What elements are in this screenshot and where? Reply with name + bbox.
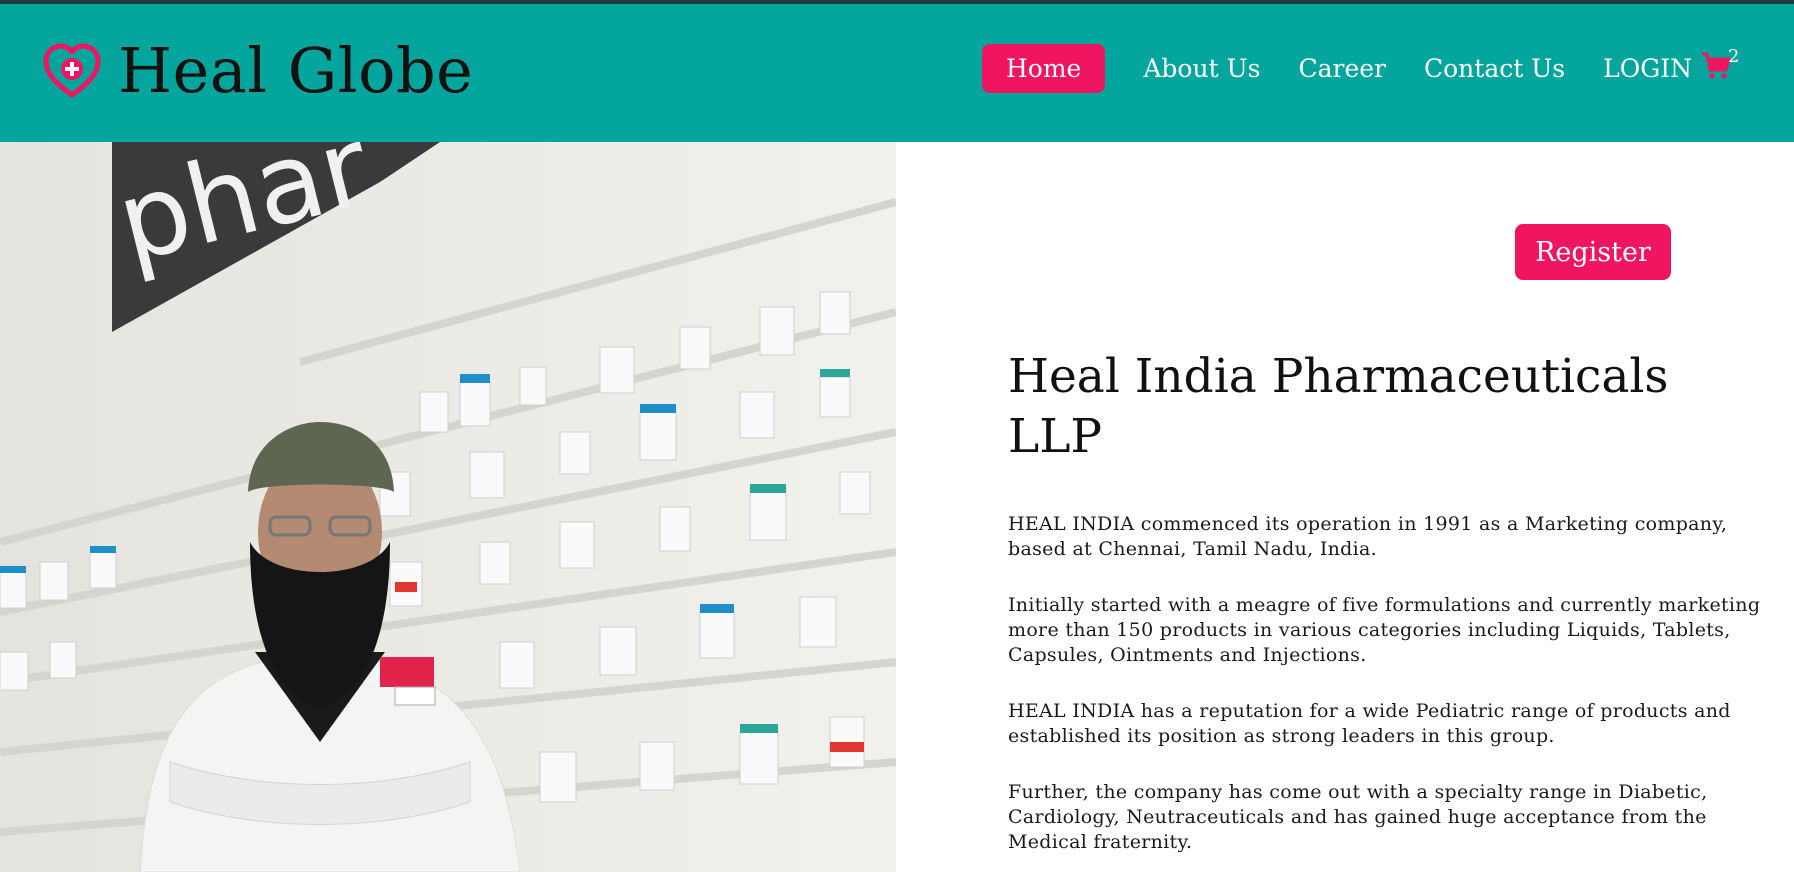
cart-count-badge: 2	[1728, 46, 1740, 67]
nav-about-us[interactable]: About Us	[1143, 54, 1260, 83]
navbar: Heal Globe Home About Us Career Contact …	[0, 4, 1794, 142]
nav-home[interactable]: Home	[982, 44, 1106, 93]
company-title: Heal India Pharmaceuticals LLP	[1008, 349, 1669, 464]
main-nav: Home About Us Career Contact Us LOGIN	[982, 44, 1730, 93]
intro-paragraph-2: Initially started with a meagre of five …	[1008, 594, 1761, 666]
brand-name: Heal Globe	[118, 34, 474, 107]
brand-logo-link[interactable]: Heal Globe	[42, 40, 473, 102]
intro-paragraph-3: HEAL INDIA has a reputation for a wide P…	[1008, 700, 1731, 747]
main-content: Register Heal India Pharmaceuticals LLP …	[1008, 142, 1768, 872]
pharmacy-illustration: phar	[0, 142, 896, 872]
nav-career[interactable]: Career	[1298, 54, 1386, 83]
intro-paragraph-4: Further, the company has come out with a…	[1008, 781, 1708, 853]
nav-login[interactable]: LOGIN	[1603, 54, 1692, 83]
nav-contact-us[interactable]: Contact Us	[1424, 54, 1565, 83]
intro-paragraph-1: HEAL INDIA commenced its operation in 19…	[1008, 513, 1728, 560]
pharmacist-photo: phar	[0, 142, 896, 872]
register-button[interactable]: Register	[1515, 224, 1671, 280]
cart-button[interactable]: 2	[1700, 46, 1739, 86]
heart-plus-icon	[43, 43, 101, 98]
